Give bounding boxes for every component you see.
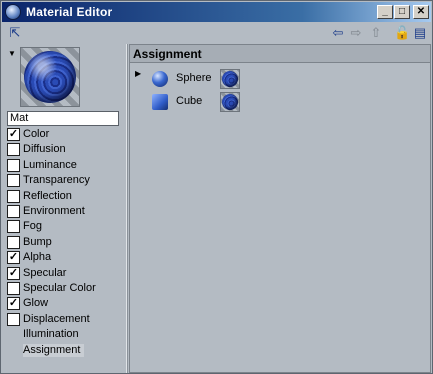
- material-editor-window: Material Editor _ □ ✕ ⇱ ⇦ ⇨ ⇧ 🔓 ▤ ▼ Mat …: [0, 0, 433, 374]
- material-preview[interactable]: [20, 47, 80, 107]
- assignment-header: Assignment: [130, 45, 430, 63]
- channel-checkbox[interactable]: [7, 189, 20, 203]
- channel-illumination[interactable]: Illumination: [7, 328, 125, 342]
- material-tag-thumbnail[interactable]: [220, 69, 240, 89]
- channel-label[interactable]: Fog: [23, 220, 42, 233]
- minimize-button[interactable]: _: [377, 5, 393, 19]
- material-tag-sphere: [222, 94, 238, 110]
- channel-specular-color[interactable]: Specular Color: [7, 282, 125, 296]
- assignment-pane: Assignment ▶ Sphere Cube: [129, 44, 431, 373]
- channel-checkbox[interactable]: [7, 174, 20, 188]
- channel-fog[interactable]: Fog: [7, 220, 125, 234]
- up-arrow-icon[interactable]: ⇧: [368, 25, 384, 41]
- material-tag-thumbnail[interactable]: [220, 92, 240, 112]
- object-name: Cube: [176, 95, 203, 107]
- channel-reflection[interactable]: Reflection: [7, 189, 125, 204]
- channel-luminance[interactable]: Luminance: [7, 158, 125, 173]
- channel-checkbox[interactable]: [7, 158, 20, 172]
- sphere-icon: [152, 71, 168, 87]
- forward-arrow-icon[interactable]: ⇨: [348, 25, 364, 41]
- lock-icon[interactable]: 🔓: [394, 25, 410, 41]
- channel-checkbox[interactable]: [7, 143, 20, 157]
- channel-environment[interactable]: Environment: [7, 205, 125, 219]
- expand-arrow-icon[interactable]: ▶: [135, 69, 141, 78]
- channel-checkbox[interactable]: [7, 235, 20, 249]
- channel-label[interactable]: Bump: [23, 236, 52, 249]
- channel-checkbox[interactable]: [7, 220, 20, 234]
- channel-label[interactable]: Luminance: [23, 159, 77, 172]
- channel-glow[interactable]: ✓ Glow: [7, 297, 125, 311]
- channel-label[interactable]: Color: [23, 128, 49, 141]
- material-preview-sphere: [24, 51, 76, 103]
- channel-label[interactable]: Reflection: [23, 190, 72, 203]
- channel-assignment[interactable]: Assignment: [7, 343, 125, 358]
- toolbar: ⇱ ⇦ ⇨ ⇧ 🔓 ▤: [2, 22, 431, 43]
- maximize-button[interactable]: □: [394, 5, 410, 19]
- channel-label[interactable]: Environment: [23, 205, 85, 218]
- material-name-input[interactable]: Mat: [7, 111, 119, 126]
- close-button[interactable]: ✕: [413, 5, 429, 19]
- channel-checkbox[interactable]: [7, 205, 20, 218]
- channel-label[interactable]: Assignment: [23, 343, 85, 357]
- title-bar[interactable]: Material Editor _ □ ✕: [2, 2, 431, 22]
- pane-divider[interactable]: [126, 44, 128, 373]
- channel-displacement[interactable]: Displacement: [7, 312, 125, 327]
- assignment-row-cube[interactable]: Cube: [152, 92, 272, 112]
- channel-label[interactable]: Specular Color: [23, 282, 96, 295]
- channel-label[interactable]: Specular: [23, 267, 66, 280]
- channel-checkbox[interactable]: ✓: [7, 266, 20, 280]
- material-tag-sphere: [222, 71, 238, 87]
- channel-checkbox[interactable]: ✓: [7, 128, 20, 141]
- channel-color[interactable]: ✓ Color: [7, 128, 125, 142]
- layout-icon[interactable]: ▤: [412, 25, 428, 41]
- app-icon: [5, 4, 21, 20]
- channel-checkbox[interactable]: [7, 312, 20, 326]
- channel-alpha[interactable]: ✓ Alpha: [7, 251, 125, 265]
- pin-icon[interactable]: ⇱: [7, 25, 23, 41]
- channel-list-pane: ▼ Mat ✓ Color Diffusion Luminance Transparen…: [2, 44, 126, 373]
- channel-label[interactable]: Transparency: [23, 174, 90, 187]
- channel-checkbox[interactable]: ✓: [7, 297, 20, 311]
- channel-label[interactable]: Illumination: [23, 328, 79, 341]
- channel-specular[interactable]: ✓ Specular: [7, 266, 125, 281]
- cube-icon: [152, 94, 168, 110]
- channel-label[interactable]: Displacement: [23, 313, 90, 326]
- object-name: Sphere: [176, 72, 212, 84]
- channel-bump[interactable]: Bump: [7, 235, 125, 250]
- channel-label[interactable]: Glow: [23, 297, 48, 310]
- window-title: Material Editor: [26, 5, 113, 19]
- channel-transparency[interactable]: Transparency: [7, 174, 125, 188]
- preview-menu-arrow-icon[interactable]: ▼: [8, 49, 16, 58]
- channel-label[interactable]: Diffusion: [23, 143, 66, 156]
- channel-diffusion[interactable]: Diffusion: [7, 143, 125, 157]
- assignment-row-sphere[interactable]: Sphere: [152, 69, 272, 89]
- channel-checkbox[interactable]: ✓: [7, 251, 20, 265]
- back-arrow-icon[interactable]: ⇦: [330, 25, 346, 41]
- channel-checkbox[interactable]: [7, 282, 20, 295]
- channel-label[interactable]: Alpha: [23, 251, 51, 264]
